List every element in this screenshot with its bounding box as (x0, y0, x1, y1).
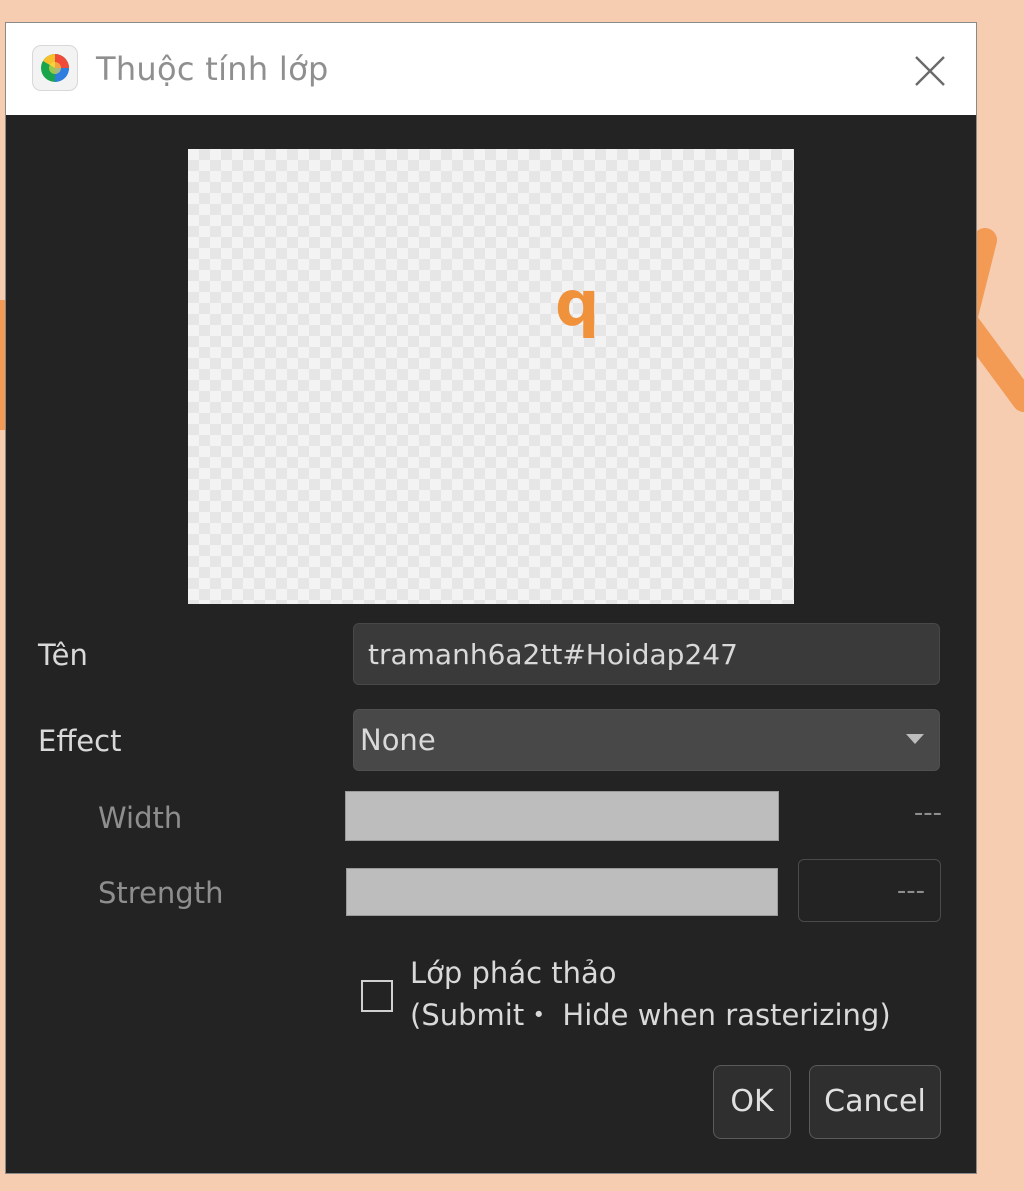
close-button[interactable] (906, 47, 954, 95)
strength-value: --- (896, 876, 925, 906)
close-icon (915, 56, 945, 86)
window-title: Thuộc tính lớp (96, 50, 329, 88)
layer-properties-dialog: Thuộc tính lớp q Tên Effect None Width -… (5, 22, 977, 1174)
strength-slider[interactable] (346, 868, 778, 916)
sketch-layer-hint: (Submit・ Hide when rasterizing) (410, 998, 891, 1032)
effect-selected-value: None (360, 723, 436, 757)
width-slider[interactable] (345, 791, 779, 841)
medibang-icon (41, 54, 69, 82)
name-label: Tên (38, 638, 88, 672)
strength-value-field[interactable]: --- (798, 859, 941, 922)
title-bar: Thuộc tính lớp (6, 23, 976, 115)
sketch-layer-label: Lớp phác thảo (410, 956, 617, 990)
strength-label: Strength (98, 876, 224, 910)
preview-content: q (555, 267, 600, 340)
width-label: Width (98, 801, 183, 835)
cancel-button[interactable]: Cancel (809, 1065, 941, 1139)
width-value: --- (913, 798, 942, 828)
ok-button[interactable]: OK (713, 1065, 791, 1139)
app-icon (32, 45, 78, 91)
sketch-layer-checkbox[interactable] (361, 980, 393, 1012)
layer-preview: q (188, 149, 794, 604)
name-input[interactable] (353, 623, 940, 685)
effect-dropdown[interactable]: None (353, 709, 940, 771)
chevron-down-icon (906, 734, 924, 744)
effect-label: Effect (38, 724, 122, 758)
